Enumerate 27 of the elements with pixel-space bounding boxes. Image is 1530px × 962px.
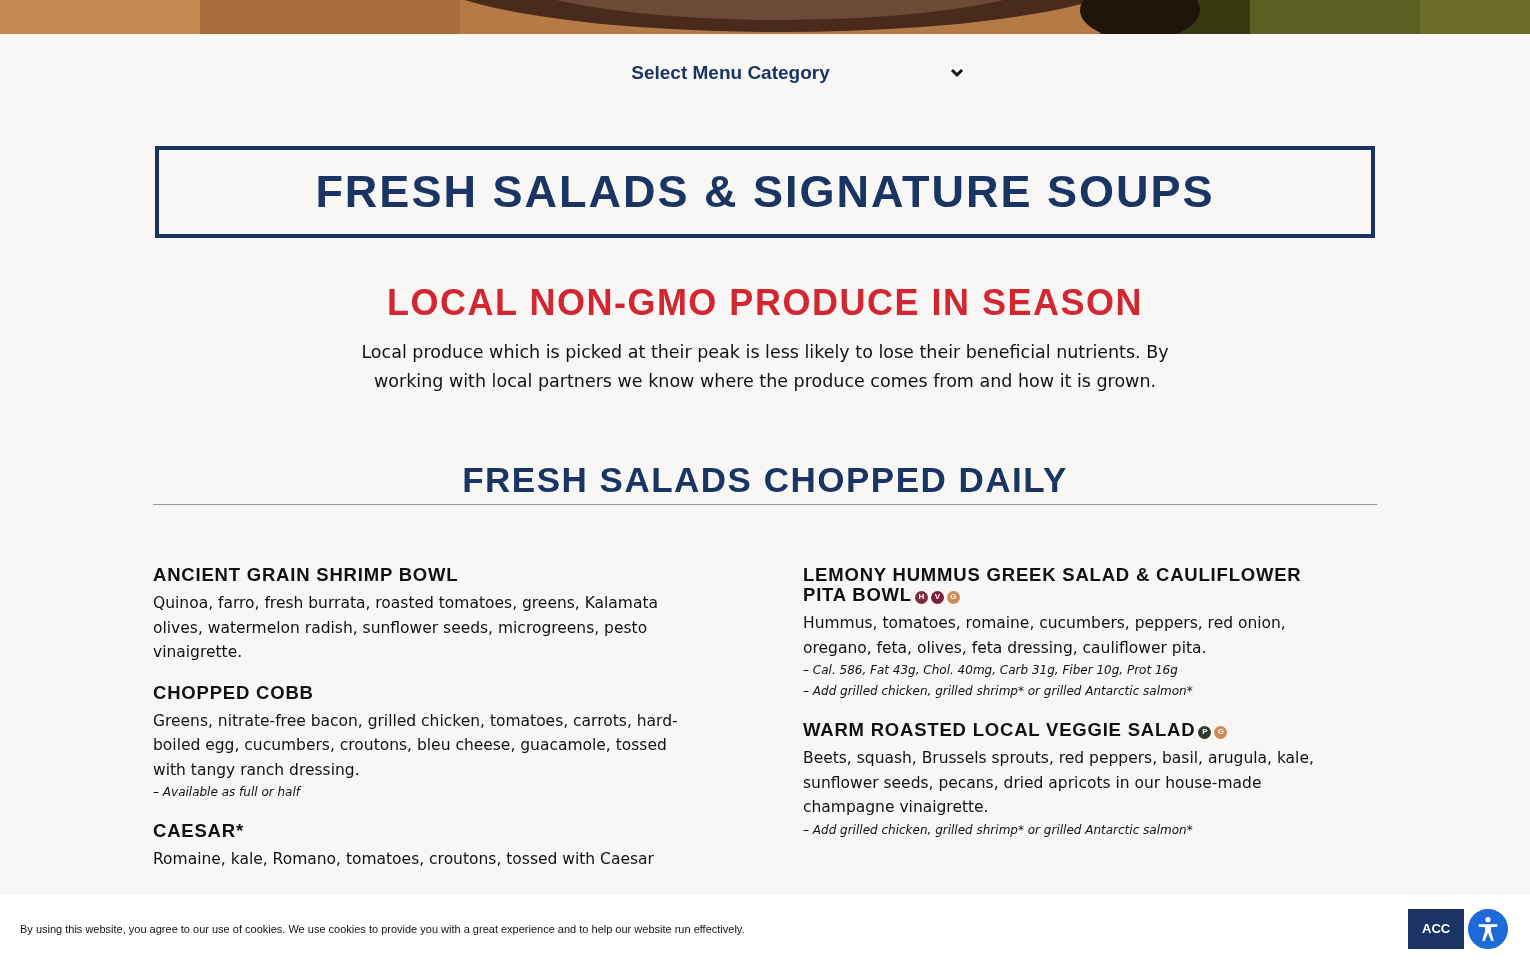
item-name: WARM ROASTED LOCAL VEGGIE SALAD P G bbox=[803, 720, 1333, 740]
chevron-down-icon bbox=[949, 68, 964, 78]
item-description: Quinoa, farro, fresh burrata, roasted tomatoes, greens, Kalamata olives, watermelon radish, sunflower seeds, microgreens, pesto vinaigrette. bbox=[153, 593, 660, 663]
feature-heading: LOCAL NON-GMO PRODUCE IN SEASON bbox=[386, 282, 1144, 324]
item-description: Hummus, tomatoes, romaine, cucumbers, peppers, red onion, oregano, feta, olives, feta dressing, cauliflower pita. bbox=[803, 613, 1287, 659]
item-description: Greens, nitrate-free bacon, grilled chicken, tomatoes, carrots, hard-boiled egg, cucumbers, croutons, bleu cheese, guacamole, tossed with tangy ranch dressing. bbox=[153, 710, 679, 781]
category-select[interactable]: Select Menu Category bbox=[631, 62, 964, 84]
item-note: – Add grilled chicken, grilled shrimp* or grilled Antarctic salmon* bbox=[803, 821, 1194, 839]
item-note: – Available as full or half bbox=[153, 784, 303, 801]
accept-button[interactable]: ACC bbox=[1408, 908, 1464, 949]
item-note: – Add grilled chicken, grilled shrimp* or grilled Antarctic salmon* bbox=[803, 683, 1194, 700]
diet-badge: P bbox=[1198, 725, 1212, 739]
item-description: Beets, squash, Brussels sprouts, red peppers, basil, arugula, kale, sunflower seeds, pecans, dried apricots in our house-made champagne vinaigrette. bbox=[803, 748, 1315, 818]
feature-text: Local produce which is picked at their peak is less likely to lose their beneficial nutrients. By working with local partners we know where the produce comes from and how it is grown. bbox=[360, 341, 1170, 393]
item-name: CHOPPED COBB bbox=[153, 682, 315, 703]
item-note: – Cal. 586, Fat 43g, Chol. 40mg, Carb 31g, Fiber 10g, Prot 16g bbox=[803, 662, 1179, 679]
item-description: Romaine, kale, Romano, tomatoes, croutons, tossed with Caesar bbox=[153, 849, 655, 870]
item-name: ANCIENT GRAIN SHRIMP BOWL bbox=[153, 565, 460, 585]
diet-badge: G bbox=[1214, 725, 1228, 739]
section-title: FRESH SALADS & SIGNATURE SOUPS bbox=[155, 146, 1375, 238]
subsection-title: FRESH SALADS CHOPPED DAILY bbox=[153, 460, 1377, 505]
cookie-text: By using this website, you agree to our use of cookies. We use cookies to provide you with a great experience and to help our website run effectively. bbox=[20, 922, 746, 935]
item-name: LEMONY HUMMUS GREEK SALAD & CAULIFLOWER PITA BOWL H V G bbox=[803, 565, 1303, 605]
diet-badge: V bbox=[930, 590, 944, 604]
item-name: CAESAR* bbox=[153, 821, 245, 841]
diet-badge: G bbox=[946, 590, 960, 604]
diet-badge: H bbox=[914, 590, 928, 604]
